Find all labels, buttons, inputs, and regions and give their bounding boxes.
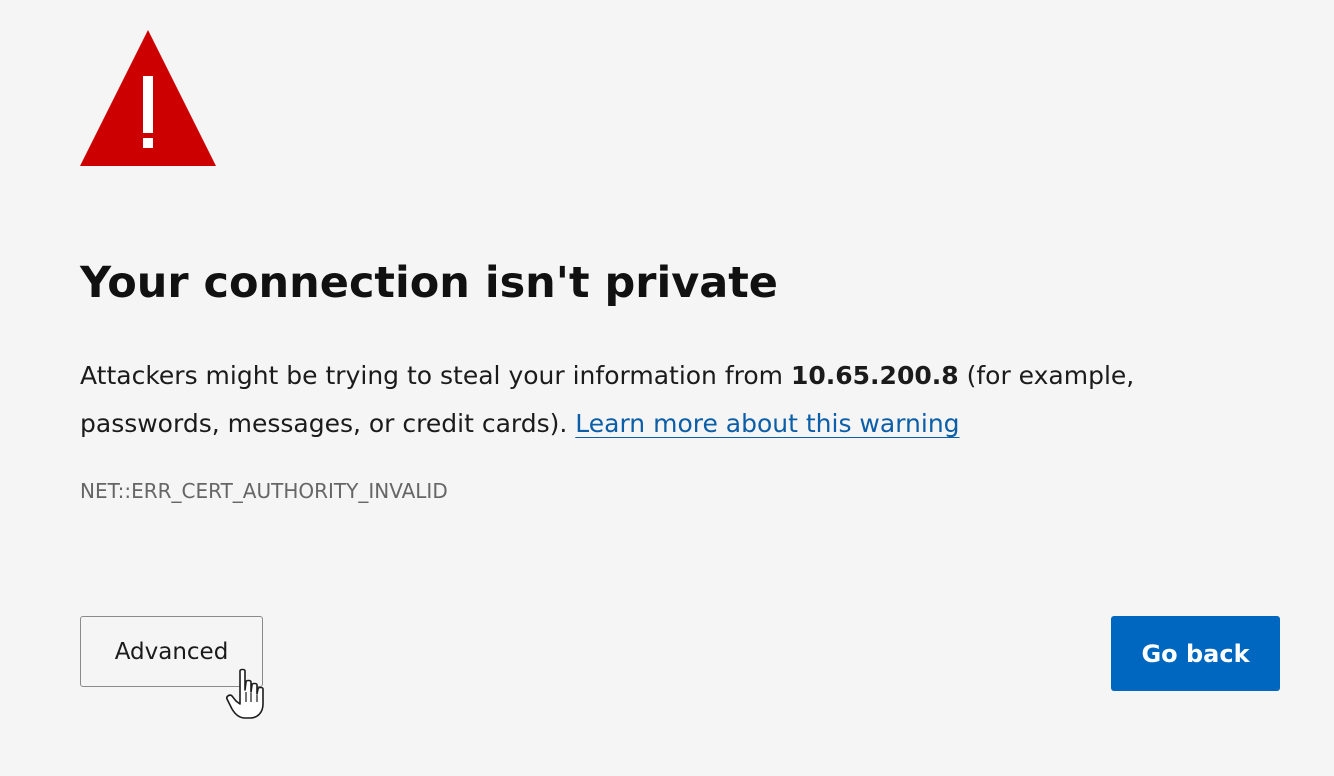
warning-triangle-icon xyxy=(80,30,216,166)
host-address: 10.65.200.8 xyxy=(790,361,959,390)
description-text-before: Attackers might be trying to steal your … xyxy=(80,361,791,390)
page-title: Your connection isn't private xyxy=(80,258,778,308)
learn-more-link[interactable]: Learn more about this warning xyxy=(575,409,959,438)
warning-description: Attackers might be trying to steal your … xyxy=(80,352,1270,448)
go-back-button[interactable]: Go back xyxy=(1111,616,1280,691)
error-code: NET::ERR_CERT_AUTHORITY_INVALID xyxy=(80,479,448,503)
error-page: Your connection isn't private Attackers … xyxy=(0,0,1334,776)
advanced-button[interactable]: Advanced xyxy=(80,616,263,687)
